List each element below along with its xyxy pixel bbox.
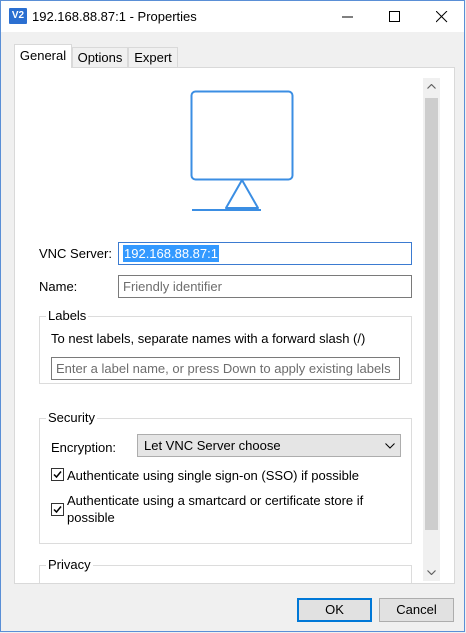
monitor-icon	[190, 90, 294, 211]
checkmark-icon	[53, 506, 62, 514]
vertical-scrollbar[interactable]	[423, 78, 440, 581]
checkmark-icon	[53, 471, 62, 479]
chevron-up-icon	[427, 84, 436, 89]
scroll-up-button[interactable]	[423, 78, 440, 95]
ok-button[interactable]: OK	[297, 598, 372, 622]
chevron-down-icon	[385, 443, 395, 449]
scroll-down-button[interactable]	[423, 564, 440, 581]
labels-group-title: Labels	[46, 308, 89, 323]
privacy-group-title: Privacy	[46, 557, 93, 572]
label-input[interactable]: Enter a label name, or press Down to app…	[51, 357, 400, 380]
name-label: Name:	[39, 279, 78, 294]
encryption-value: Let VNC Server choose	[144, 438, 281, 453]
labels-group: Labels To nest labels, separate names wi…	[39, 308, 412, 384]
vnc-server-label: VNC Server:	[39, 246, 112, 261]
security-group-title: Security	[46, 410, 97, 425]
tab-expert[interactable]: Expert	[128, 47, 178, 67]
maximize-button[interactable]	[372, 1, 418, 32]
tab-options[interactable]: Options	[72, 47, 128, 67]
security-group: Security Encryption: Let VNC Server choo…	[39, 410, 412, 544]
smartcard-label: Authenticate using a smartcard or certif…	[67, 493, 364, 525]
vnc-server-input[interactable]: 192.168.88.87:1	[118, 242, 412, 265]
vnc-viewer-app-icon: V2	[9, 8, 27, 24]
general-tab-panel: VNC Server: 192.168.88.87:1 Name: Friend…	[14, 67, 455, 584]
encryption-label: Encryption:	[51, 440, 117, 455]
sso-checkbox-row[interactable]: Authenticate using single sign-on (SSO) …	[51, 467, 391, 485]
minimize-icon	[342, 16, 353, 18]
close-icon	[436, 11, 448, 23]
smartcard-checkbox-row[interactable]: Authenticate using a smartcard or certif…	[51, 492, 391, 528]
window-title: 192.168.88.87:1 - Properties	[32, 9, 197, 24]
sso-label: Authenticate using single sign-on (SSO) …	[67, 468, 359, 483]
smartcard-checkbox[interactable]	[51, 503, 64, 516]
close-button[interactable]	[419, 1, 464, 32]
sso-checkbox[interactable]	[51, 468, 64, 481]
tab-general[interactable]: General	[14, 44, 72, 68]
labels-hint: To nest labels, separate names with a fo…	[51, 331, 366, 346]
title-bar[interactable]: V2 192.168.88.87:1 - Properties	[1, 1, 464, 32]
name-input[interactable]: Friendly identifier	[118, 275, 412, 298]
vnc-server-value: 192.168.88.87:1	[123, 245, 219, 262]
scrollbar-thumb[interactable]	[425, 98, 438, 530]
maximize-icon	[389, 11, 400, 22]
minimize-button[interactable]	[325, 1, 371, 32]
chevron-down-icon	[427, 570, 436, 575]
scroll-content: VNC Server: 192.168.88.87:1 Name: Friend…	[15, 68, 423, 583]
cancel-button[interactable]: Cancel	[379, 598, 454, 622]
encryption-select[interactable]: Let VNC Server choose	[137, 434, 401, 457]
privacy-group: Privacy	[39, 557, 412, 583]
properties-window: V2 192.168.88.87:1 - Properties General …	[0, 0, 465, 632]
